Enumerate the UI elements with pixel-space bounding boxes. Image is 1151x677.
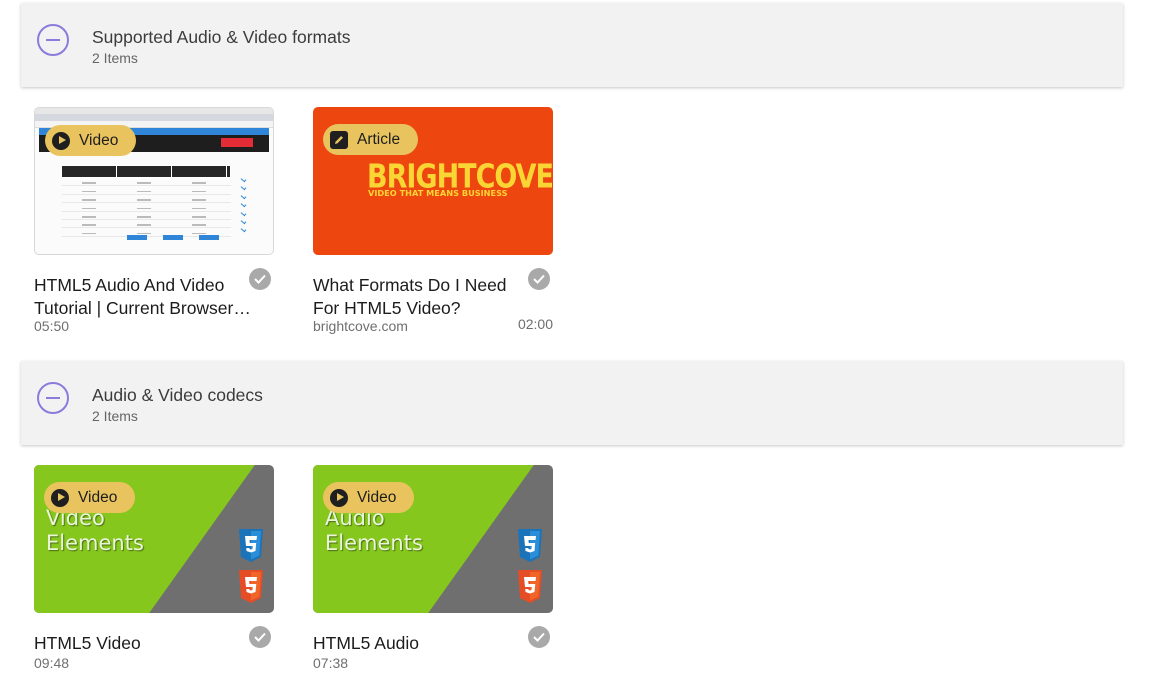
thumbnail-text: Audio Elements — [325, 506, 423, 555]
html5-logo — [518, 570, 542, 603]
pencil-square-icon — [330, 130, 348, 149]
collapse-minus-icon[interactable] — [37, 382, 69, 414]
duration: 02:00 — [517, 316, 553, 332]
thumbnail[interactable]: BRIGHTCOVE VIDEO THAT MEANS BUSINESS Art… — [313, 107, 553, 255]
section-item-count: 2 Items — [92, 50, 138, 66]
badge-label: Article — [357, 130, 401, 148]
duration: 07:38 — [313, 655, 349, 671]
play-circle-icon — [51, 488, 69, 507]
video-badge: Video — [45, 125, 137, 156]
collapse-minus-icon[interactable] — [37, 24, 69, 56]
video-badge: Video — [323, 482, 415, 513]
css3-logo — [239, 529, 263, 562]
video-badge: Video — [44, 482, 136, 513]
duration: 05:50 — [34, 318, 70, 334]
card-title[interactable]: What Formats Do I Need For HTML5 Video? — [313, 274, 531, 319]
html5-logo — [239, 570, 263, 603]
check-circle-icon — [249, 268, 271, 290]
card-title[interactable]: HTML5 Audio — [313, 632, 531, 655]
play-circle-icon — [330, 488, 348, 507]
card-title[interactable]: HTML5 Audio And Video Tutorial | Current… — [34, 274, 252, 319]
css3-logo — [518, 529, 542, 562]
thumbnail[interactable]: Video Elements Video — [34, 465, 274, 613]
card-title[interactable]: HTML5 Video — [34, 632, 252, 655]
badge-label: Video — [357, 488, 397, 506]
badge-label: Video — [78, 488, 118, 506]
section-header[interactable]: Supported Audio & Video formats 2 Items — [21, 3, 1123, 87]
check-circle-icon — [249, 626, 271, 648]
thumbnail[interactable]: Video — [34, 107, 274, 255]
brightcove-tagline: VIDEO THAT MEANS BUSINESS — [368, 188, 508, 198]
section-title: Supported Audio & Video formats — [92, 27, 351, 47]
thumbnail-text: Video Elements — [46, 506, 144, 555]
check-circle-icon — [528, 268, 550, 290]
section-item-count: 2 Items — [92, 408, 138, 424]
play-circle-icon — [52, 131, 70, 150]
source-link[interactable]: brightcove.com — [313, 318, 408, 334]
check-circle-icon — [528, 626, 550, 648]
article-badge: Article — [323, 124, 419, 155]
thumbnail[interactable]: Audio Elements Video — [313, 465, 553, 613]
badge-label: Video — [79, 131, 119, 149]
duration: 09:48 — [34, 655, 70, 671]
section-header[interactable]: Audio & Video codecs 2 Items — [21, 361, 1123, 445]
section-title: Audio & Video codecs — [92, 385, 263, 405]
